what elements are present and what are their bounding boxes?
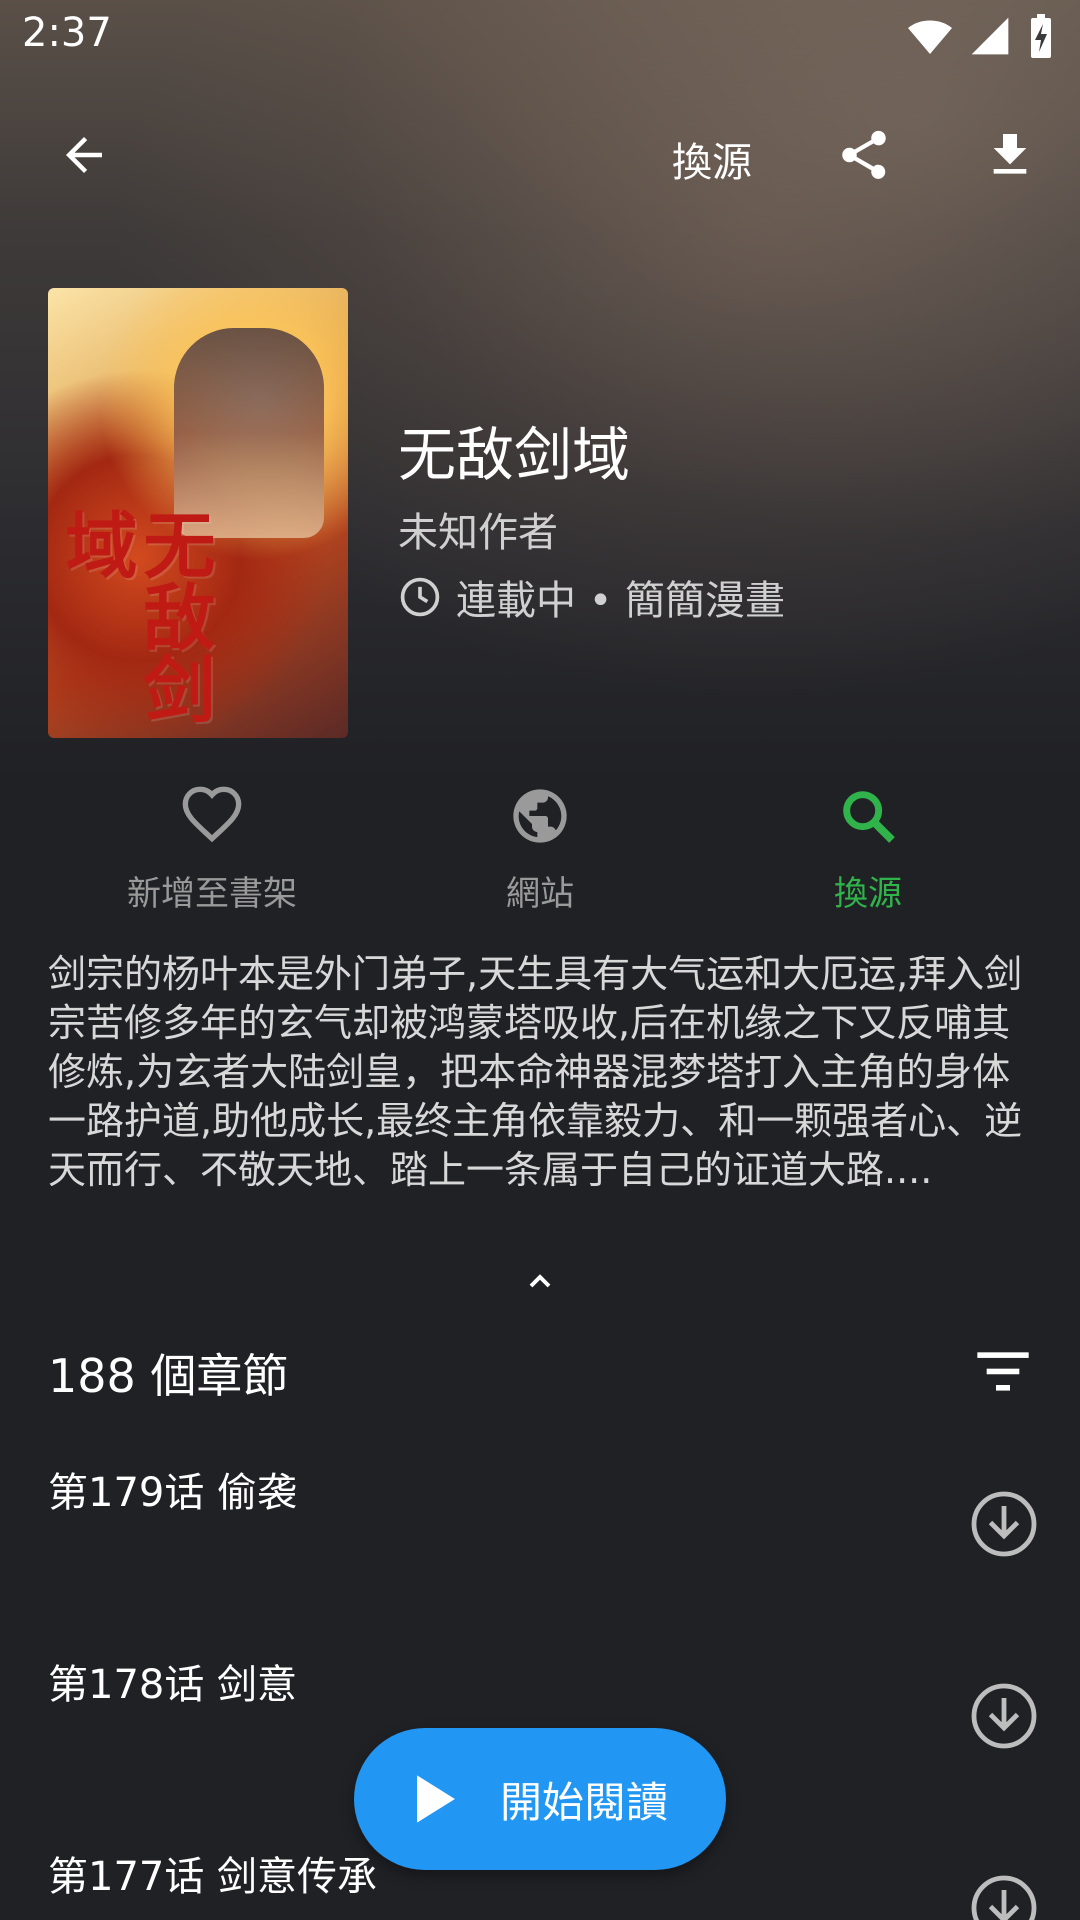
globe-icon xyxy=(513,789,567,843)
chapter-title: 第179话 偷袭 xyxy=(48,1470,298,1516)
chapter-item[interactable]: 第179话 偷袭 xyxy=(0,1460,1080,1650)
start-reading-button[interactable]: 開始閱讀 xyxy=(354,1728,726,1870)
download-circle-icon xyxy=(971,1875,1037,1920)
clock-icon xyxy=(400,577,440,617)
book-title: 无敌剑域 xyxy=(398,421,631,489)
website-label: 網站 xyxy=(506,874,574,914)
back-button[interactable] xyxy=(54,120,114,190)
collapse-description-button[interactable] xyxy=(520,1262,560,1302)
search-icon xyxy=(843,791,895,843)
status-icons xyxy=(906,12,1056,60)
change-source-action-label: 換源 xyxy=(834,874,902,914)
filter-icon xyxy=(977,1352,1029,1391)
chapter-download-button[interactable] xyxy=(968,1488,1040,1564)
download-button[interactable] xyxy=(980,122,1040,188)
cover-figure xyxy=(174,328,324,538)
book-description: 剑宗的杨叶本是外门弟子,天生具有大气运和大厄运,拜入剑宗苦修多年的玄气却被鸿蒙塔… xyxy=(48,952,1023,1192)
chapter-download-button[interactable] xyxy=(968,1680,1040,1756)
start-reading-label: 開始閱讀 xyxy=(499,1777,668,1827)
download-circle-icon xyxy=(971,1491,1037,1557)
status-bar: 2:37 xyxy=(0,0,1080,72)
status-time: 2:37 xyxy=(22,10,112,56)
share-button[interactable] xyxy=(834,122,894,188)
website-button[interactable]: 網站 xyxy=(380,784,700,915)
chapter-title: 第178话 剑意 xyxy=(48,1662,298,1708)
book-status: 連載中 • 簡簡漫畫 xyxy=(456,578,786,624)
add-to-library-label: 新增至書架 xyxy=(127,874,297,914)
add-to-library-button[interactable]: 新增至書架 xyxy=(52,784,372,915)
play-icon xyxy=(417,1775,455,1823)
chapter-title: 第177话 剑意传承 xyxy=(48,1854,378,1900)
signal-icon xyxy=(971,17,1009,55)
heart-outline-icon xyxy=(182,786,242,843)
book-cover: 无敌剑域 xyxy=(48,288,348,738)
cover-title-art: 无敌剑域 xyxy=(53,508,215,724)
arrow-back-icon xyxy=(66,137,102,173)
chapter-count: 188 個章節 xyxy=(48,1349,289,1403)
filter-button[interactable] xyxy=(974,1350,1032,1396)
download-circle-icon xyxy=(971,1683,1037,1749)
download-icon xyxy=(993,134,1027,174)
battery-icon xyxy=(1031,14,1051,58)
book-meta: 連載中 • 簡簡漫畫 xyxy=(398,568,785,626)
wifi-icon xyxy=(908,20,952,54)
change-source-action-button[interactable]: 換源 xyxy=(708,784,1028,915)
chapter-download-button[interactable] xyxy=(968,1872,1040,1920)
share-icon xyxy=(842,130,886,179)
change-source-button[interactable]: 換源 xyxy=(672,130,752,188)
book-author: 未知作者 xyxy=(398,510,558,556)
chevron-up-icon xyxy=(529,1274,551,1288)
